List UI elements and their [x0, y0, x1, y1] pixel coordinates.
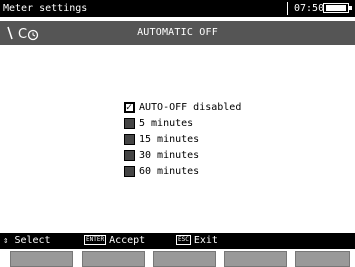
- select-hint: ⇕ Select: [3, 233, 51, 249]
- section-header: C AUTOMATIC OFF: [0, 21, 355, 45]
- select-label: Select: [14, 235, 51, 246]
- softkey-1[interactable]: [10, 251, 73, 267]
- esc-key-icon: ESC: [176, 235, 191, 245]
- battery-icon: [323, 3, 352, 13]
- battery-level: [326, 5, 346, 11]
- checkbox[interactable]: [124, 150, 135, 161]
- option-label: 15 minutes: [139, 134, 200, 145]
- up-down-arrow-icon: ⇕: [3, 236, 9, 246]
- accept-hint: ENTER Accept: [84, 233, 145, 249]
- option-label: AUTO-OFF disabled: [139, 102, 242, 113]
- clock: 07:50: [294, 3, 325, 14]
- option-label: 5 minutes: [139, 118, 194, 129]
- divider: [287, 2, 288, 15]
- checkbox[interactable]: [124, 118, 135, 129]
- footer-hints: ⇕ Select ENTER Accept ESC Exit: [0, 233, 355, 249]
- option-label: 60 minutes: [139, 166, 200, 177]
- checkbox[interactable]: [124, 166, 135, 177]
- option-label: 30 minutes: [139, 150, 200, 161]
- status-bar: Meter settings 07:50: [0, 0, 355, 17]
- softkey-3[interactable]: [153, 251, 216, 267]
- softkey-2[interactable]: [82, 251, 145, 267]
- softkey-4[interactable]: [224, 251, 287, 267]
- exit-hint: ESC Exit: [176, 233, 218, 249]
- checkbox-checked[interactable]: ✓: [124, 102, 135, 113]
- page-title: AUTOMATIC OFF: [137, 27, 218, 38]
- softkey-5[interactable]: [295, 251, 350, 267]
- window-title: Meter settings: [3, 3, 88, 14]
- softkey-row: [0, 249, 355, 267]
- accept-label: Accept: [109, 235, 146, 246]
- exit-label: Exit: [193, 235, 218, 246]
- checkbox[interactable]: [124, 134, 135, 145]
- enter-key-icon: ENTER: [84, 235, 107, 245]
